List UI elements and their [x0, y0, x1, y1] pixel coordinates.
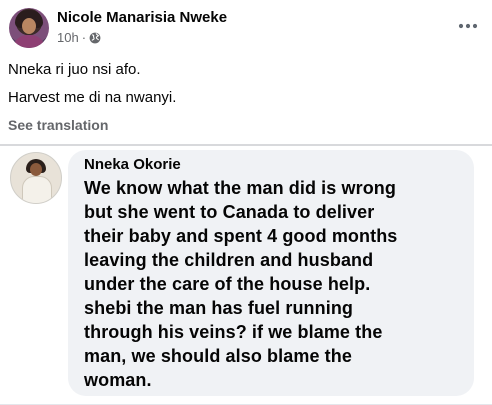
globe-icon — [89, 32, 101, 44]
comment-bubble: Nneka Okorie We know what the man did is… — [68, 150, 474, 396]
post-time[interactable]: 10h — [57, 30, 79, 45]
comment-text-line: We know what the man did is wrong — [84, 178, 396, 198]
comment-text-line: shebi the man has fuel running — [84, 298, 354, 318]
facebook-post: Nicole Manarisia Nweke 10h · Nneka ri ju… — [0, 0, 492, 405]
comment-text-line: woman. — [84, 370, 152, 390]
comment-text-line: but she went to Canada to deliver — [84, 202, 375, 222]
post-text-line: Nneka ri juo nsi afo. — [8, 61, 141, 78]
comment-text-line: man, we should also blame the — [84, 346, 352, 366]
image-top-divider — [0, 144, 492, 146]
post-meta: 10h · — [57, 30, 101, 45]
comment-text-line: through his veins? if we blame the — [84, 322, 383, 342]
meta-separator: · — [81, 30, 87, 45]
more-horizontal-icon — [458, 23, 478, 29]
comment-text-line: leaving the children and husband — [84, 250, 374, 270]
post-image[interactable]: Nneka Okorie We know what the man did is… — [0, 144, 492, 405]
post-text-line: Harvest me di na nwanyi. — [8, 89, 177, 106]
comment-text-line: under the care of the house help. — [84, 274, 371, 294]
post-header: Nicole Manarisia Nweke 10h · — [0, 0, 492, 52]
more-options-button[interactable] — [458, 16, 478, 36]
commenter-name: Nneka Okorie — [84, 156, 181, 173]
see-translation-link[interactable]: See translation — [8, 117, 108, 133]
author-avatar[interactable] — [9, 8, 49, 48]
author-name[interactable]: Nicole Manarisia Nweke — [57, 9, 227, 26]
commenter-avatar — [10, 152, 62, 204]
comment-text-line: their baby and spent 4 good months — [84, 226, 398, 246]
